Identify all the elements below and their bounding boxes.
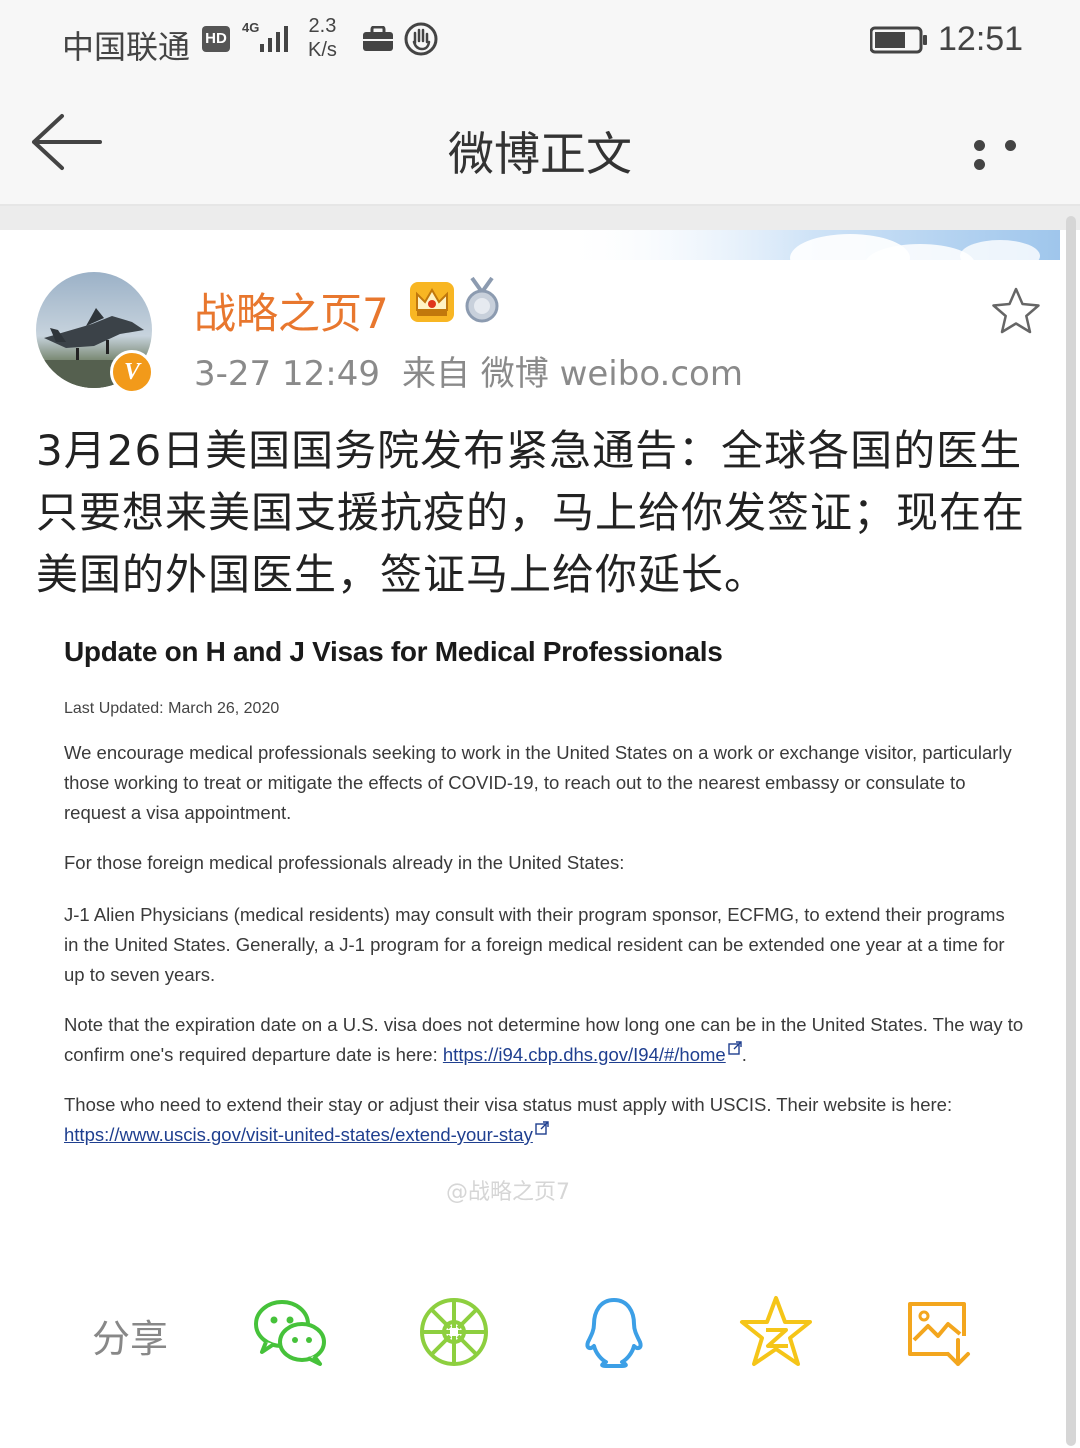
dot-icon xyxy=(1005,140,1016,151)
network-speed: 2.3 K/s xyxy=(308,15,337,61)
wechat-icon[interactable] xyxy=(252,1294,328,1370)
hd-badge: HD xyxy=(202,26,230,52)
dot-icon xyxy=(974,159,985,170)
verified-badge: V xyxy=(110,350,154,394)
paragraph: Those who need to extend their stay or a… xyxy=(64,1094,953,1145)
carrier-name: 中国联通 xyxy=(62,28,191,66)
last-updated: Last Updated: March 26, 2020 xyxy=(64,700,280,717)
page-title: 微博正文 xyxy=(448,127,632,181)
divider xyxy=(0,206,1080,230)
weibo-watermark: @战略之页7 xyxy=(446,1180,570,1205)
post-meta: 3-27 12:49 来自 微博 weibo.com xyxy=(194,346,743,395)
signal-icon xyxy=(260,26,288,52)
share-label: 分享 xyxy=(92,1317,169,1361)
briefcase-icon xyxy=(363,26,393,51)
network-type: 4G xyxy=(242,20,260,35)
external-link-icon xyxy=(728,1041,742,1055)
moments-icon[interactable] xyxy=(416,1294,492,1370)
post-source: 来自 微博 weibo.com xyxy=(401,354,743,394)
battery-icon xyxy=(870,26,927,54)
paragraph: J-1 Alien Physicians (medical residents)… xyxy=(64,904,1005,985)
status-time: 12:51 xyxy=(938,20,1024,58)
hand-icon xyxy=(404,22,438,56)
qq-icon[interactable] xyxy=(576,1294,652,1370)
document-title: Update on H and J Visas for Medical Prof… xyxy=(64,636,723,667)
post-timestamp: 3-27 12:49 xyxy=(194,354,380,394)
medal-icon xyxy=(465,276,499,323)
crown-icon xyxy=(410,282,454,322)
dot-icon xyxy=(974,140,985,151)
post-image[interactable]: Update on H and J Visas for Medical Prof… xyxy=(36,618,1036,1218)
uscis-link[interactable]: https://www.uscis.gov/visit-united-state… xyxy=(64,1124,533,1145)
share-bar: 分享 xyxy=(0,1280,1066,1390)
favorite-star-icon[interactable] xyxy=(990,286,1042,336)
cloud-decoration xyxy=(560,230,1060,284)
username[interactable]: 战略之页7 xyxy=(194,280,389,341)
save-image-icon[interactable] xyxy=(900,1294,976,1370)
qzone-icon[interactable] xyxy=(738,1294,814,1370)
status-bar: 中国联通 HD 4G 2.3 K/s 12:51 xyxy=(0,0,1080,84)
paragraph: Note that the expiration date on a U.S. … xyxy=(64,1014,1024,1065)
post-text: 3月26日美国国务院发布紧急通告：全球各国的医生只要想来美国支援抗疫的，马上给你… xyxy=(36,426,1026,599)
paragraph: For those foreign medical professionals … xyxy=(64,852,625,873)
nav-bar: 微博正文 xyxy=(0,84,1080,206)
external-link-icon xyxy=(535,1121,549,1135)
paragraph: We encourage medical professionals seeki… xyxy=(64,742,1012,823)
more-options-button[interactable] xyxy=(974,136,1054,170)
scrollbar[interactable] xyxy=(1066,216,1076,1446)
i94-link[interactable]: https://i94.cbp.dhs.gov/I94/#/home xyxy=(443,1044,726,1065)
